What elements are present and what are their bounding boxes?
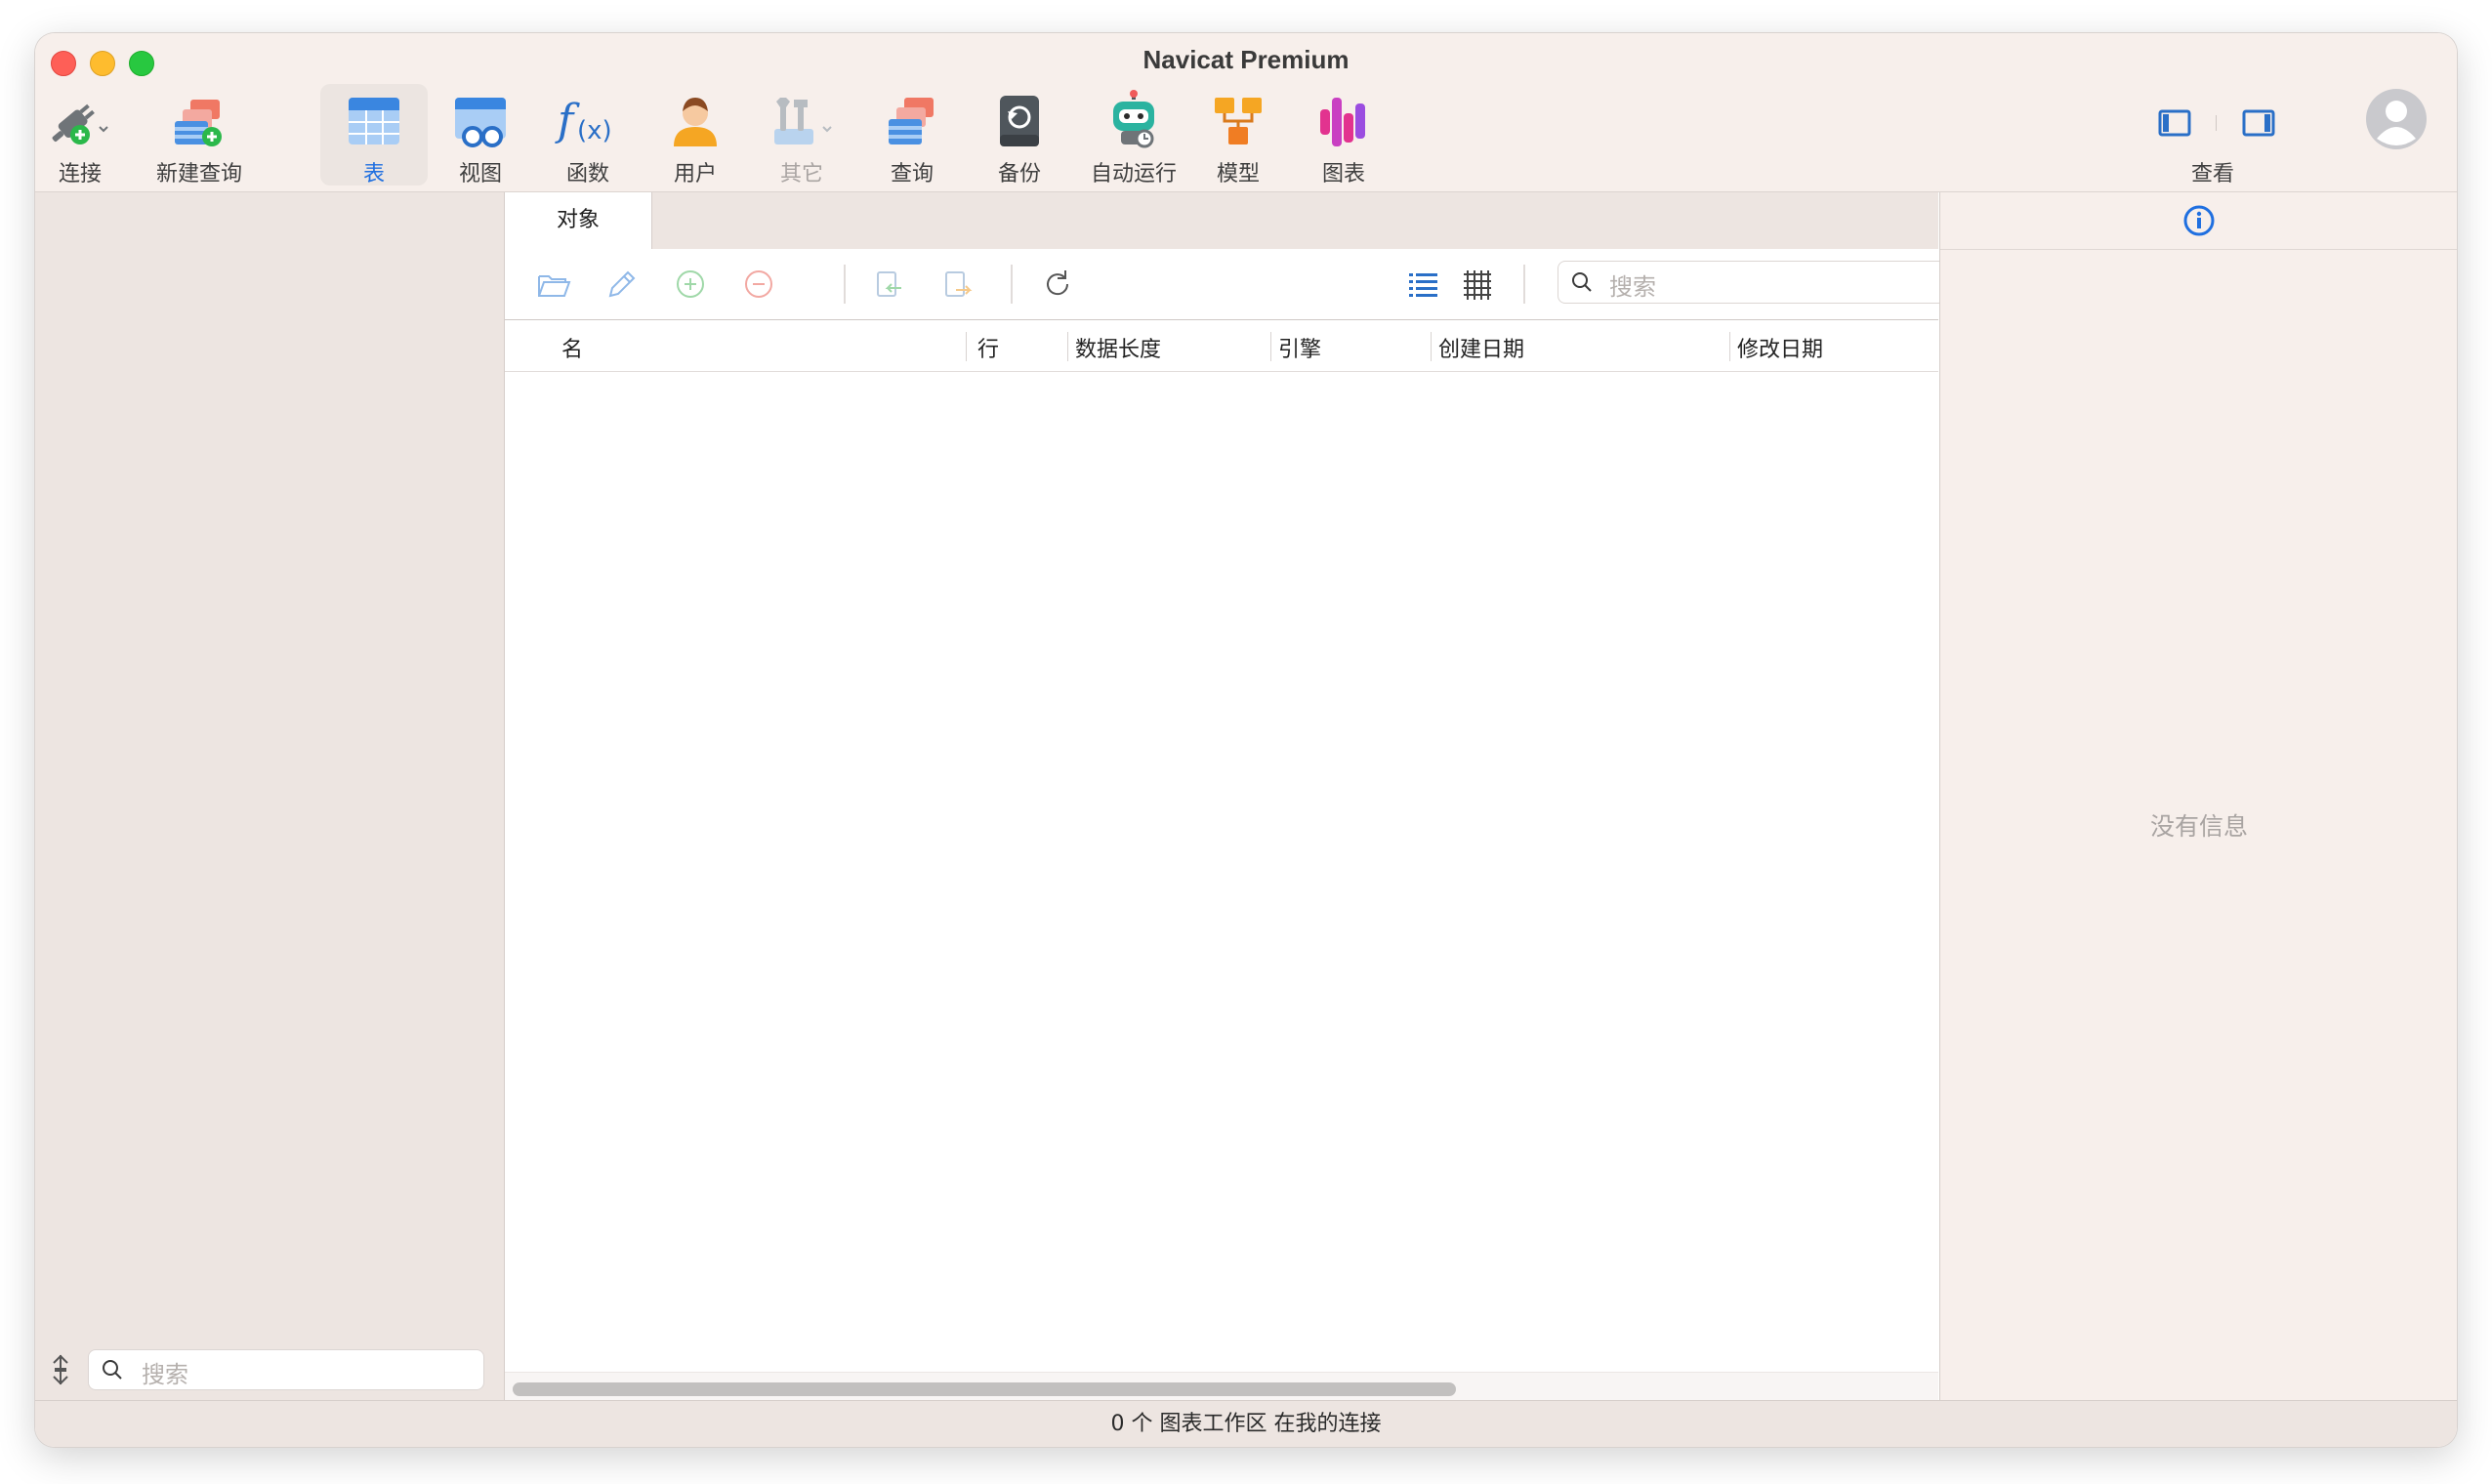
connect-button[interactable]: 连接 xyxy=(43,84,117,186)
chart-button[interactable]: 图表 xyxy=(1305,84,1383,186)
status-bar: 0 个 图表工作区 在我的连接 xyxy=(35,1400,2457,1447)
search-icon xyxy=(103,1360,122,1380)
query-button[interactable]: 查询 xyxy=(873,84,951,186)
new-object-button[interactable] xyxy=(673,267,708,302)
design-object-button[interactable] xyxy=(604,267,640,302)
backup-icon xyxy=(980,90,1059,152)
automation-button[interactable]: 自动运行 xyxy=(1080,84,1187,186)
add-circle-icon xyxy=(677,270,704,298)
folder-open-icon xyxy=(538,275,571,297)
robot-icon xyxy=(1080,90,1187,152)
refresh-button[interactable] xyxy=(1040,267,1075,302)
column-header-data-length[interactable]: 数据长度 xyxy=(1075,332,1161,363)
sidebar xyxy=(35,192,505,1400)
remove-circle-icon xyxy=(745,270,772,298)
toolbar-divider xyxy=(1011,265,1013,304)
table-button[interactable]: 表 xyxy=(320,84,428,186)
chart-icon xyxy=(1305,90,1383,152)
grid-view-button[interactable] xyxy=(1460,267,1495,302)
main-panel: 对象 搜索 名 行 数据长度 引擎 创建日期 修改日期 xyxy=(505,192,1946,1401)
import-button[interactable] xyxy=(872,267,907,302)
column-header-name[interactable]: 名 xyxy=(561,332,583,363)
view-toggle-group: 查看 xyxy=(2115,84,2310,186)
column-header-engine[interactable]: 引擎 xyxy=(1278,332,1321,363)
backup-button[interactable]: 备份 xyxy=(980,84,1059,186)
list-view-icon xyxy=(1409,273,1437,297)
sort-toggle-icon xyxy=(53,1354,68,1385)
model-button[interactable]: 模型 xyxy=(1199,84,1277,186)
function-icon: f (x) xyxy=(549,90,627,152)
open-object-button[interactable] xyxy=(536,267,571,302)
right-panel-toggle-icon[interactable] xyxy=(2242,109,2275,137)
avatar[interactable] xyxy=(2365,88,2428,150)
app-window: Navicat Premium 连接 新建查询 表 视图 f (x) 函数 用户… xyxy=(35,33,2457,1447)
plug-icon xyxy=(43,90,117,152)
tab-objects[interactable]: 对象 xyxy=(505,192,652,249)
user-icon xyxy=(656,90,734,152)
column-header-modified[interactable]: 修改日期 xyxy=(1737,332,1823,363)
info-icon[interactable] xyxy=(2182,204,2216,237)
model-icon xyxy=(1199,90,1277,152)
column-header-created[interactable]: 创建日期 xyxy=(1438,332,1524,363)
titlebar: Navicat Premium 连接 新建查询 表 视图 f (x) 函数 用户… xyxy=(35,33,2457,192)
no-info-text: 没有信息 xyxy=(2149,812,2248,841)
column-header-rows[interactable]: 行 xyxy=(977,332,999,363)
svg-text:(x): (x) xyxy=(577,116,612,145)
horizontal-scrollbar-track xyxy=(505,1372,1938,1401)
sidebar-filter-toggle[interactable] xyxy=(49,1353,72,1386)
view-icon xyxy=(441,90,519,152)
grid-view-icon xyxy=(1464,270,1491,300)
info-panel: 没有信息 xyxy=(1939,192,2457,1400)
user-avatar-icon xyxy=(2366,89,2427,149)
delete-object-button[interactable] xyxy=(741,267,776,302)
toolbar-divider xyxy=(1523,265,1525,304)
toolbar-divider xyxy=(844,265,846,304)
info-panel-header xyxy=(1940,192,2457,250)
other-button[interactable]: 其它 xyxy=(758,84,846,186)
import-icon xyxy=(877,271,901,297)
new-query-button[interactable]: 新建查询 xyxy=(150,84,248,186)
left-panel-toggle-icon[interactable] xyxy=(2158,109,2191,137)
export-icon xyxy=(945,271,973,297)
list-view-button[interactable] xyxy=(1405,267,1440,302)
object-search-input[interactable]: 搜索 xyxy=(1558,261,1946,304)
horizontal-scrollbar[interactable] xyxy=(513,1382,1456,1396)
function-button[interactable]: f (x) 函数 xyxy=(549,84,627,186)
new-query-icon xyxy=(150,90,248,152)
export-button[interactable] xyxy=(940,267,976,302)
status-text: 0 个 图表工作区 在我的连接 xyxy=(1110,1412,1382,1436)
search-icon xyxy=(1572,272,1592,292)
user-button[interactable]: 用户 xyxy=(656,84,734,186)
table-icon xyxy=(320,90,428,152)
window-title: Navicat Premium xyxy=(1142,45,1350,74)
object-toolbar: 搜索 xyxy=(505,249,1946,320)
pencil-icon xyxy=(608,270,636,298)
refresh-icon xyxy=(1047,270,1069,296)
sidebar-search-input[interactable]: 搜索 xyxy=(88,1349,484,1390)
query-icon xyxy=(873,90,951,152)
view-button[interactable]: 视图 xyxy=(441,84,519,186)
tab-bar: 对象 xyxy=(505,192,1938,249)
tools-icon xyxy=(758,90,846,152)
object-list-header: 名 行 数据长度 引擎 创建日期 修改日期 xyxy=(505,320,1938,372)
